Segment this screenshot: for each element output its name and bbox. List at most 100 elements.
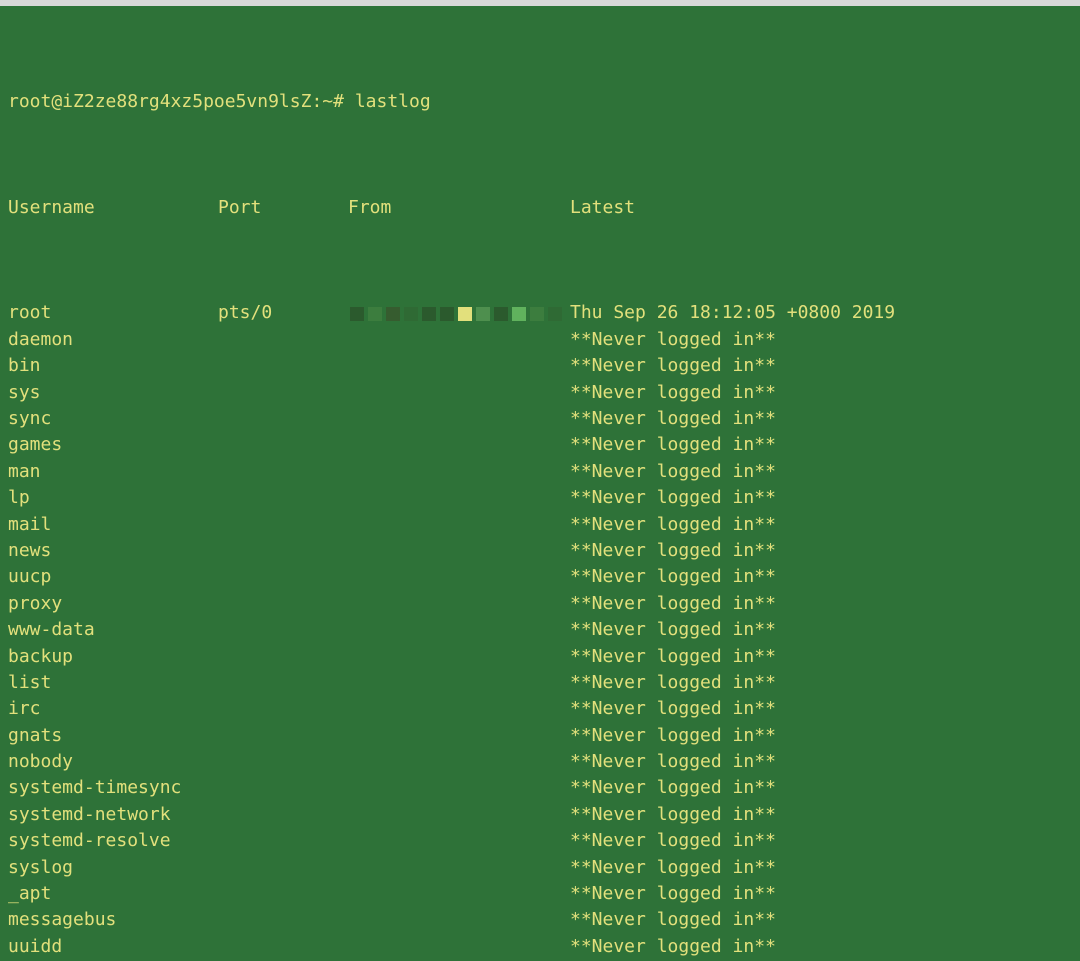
cell-latest: **Never logged in** — [570, 512, 1072, 538]
cell-username: www-data — [8, 617, 218, 643]
output-rows: rootpts/0Thu Sep 26 18:12:05 +0800 2019d… — [8, 300, 1072, 961]
cell-latest: **Never logged in** — [570, 828, 1072, 854]
cell-username: systemd-resolve — [8, 828, 218, 854]
table-row: uuidd **Never logged in** — [8, 934, 1072, 960]
cell-username: man — [8, 459, 218, 485]
cell-latest: **Never logged in** — [570, 749, 1072, 775]
cell-latest: **Never logged in** — [570, 538, 1072, 564]
cell-username: bin — [8, 353, 218, 379]
header-from: From — [348, 195, 570, 221]
prompt-line: root@iZ2ze88rg4xz5poe5vn9lsZ:~# lastlog — [8, 89, 1072, 115]
cell-latest: **Never logged in** — [570, 485, 1072, 511]
table-row: _apt **Never logged in** — [8, 881, 1072, 907]
table-row: irc **Never logged in** — [8, 696, 1072, 722]
cell-latest: **Never logged in** — [570, 564, 1072, 590]
table-row: bin **Never logged in** — [8, 353, 1072, 379]
cell-latest: **Never logged in** — [570, 723, 1072, 749]
cell-username: proxy — [8, 591, 218, 617]
redaction-block — [476, 307, 490, 321]
table-row: backup **Never logged in** — [8, 644, 1072, 670]
cell-latest: **Never logged in** — [570, 644, 1072, 670]
table-row: news **Never logged in** — [8, 538, 1072, 564]
table-row: nobody **Never logged in** — [8, 749, 1072, 775]
table-row: daemon **Never logged in** — [8, 327, 1072, 353]
table-row: list **Never logged in** — [8, 670, 1072, 696]
table-row: www-data **Never logged in** — [8, 617, 1072, 643]
header-port: Port — [218, 195, 348, 221]
table-row: systemd-network **Never logged in** — [8, 802, 1072, 828]
cell-latest: **Never logged in** — [570, 907, 1072, 933]
header-row: Username Port From Latest — [8, 195, 1072, 221]
table-row: uucp **Never logged in** — [8, 564, 1072, 590]
redaction-block — [422, 307, 436, 321]
cell-latest: **Never logged in** — [570, 775, 1072, 801]
cell-username: syslog — [8, 855, 218, 881]
cell-latest: **Never logged in** — [570, 432, 1072, 458]
cell-username: uucp — [8, 564, 218, 590]
prompt-colon: : — [311, 89, 322, 115]
cell-username: news — [8, 538, 218, 564]
table-row: systemd-timesync **Never logged in** — [8, 775, 1072, 801]
cell-from — [348, 307, 570, 321]
cell-username: games — [8, 432, 218, 458]
redaction-block — [440, 307, 454, 321]
cell-latest: **Never logged in** — [570, 380, 1072, 406]
redaction-block — [350, 307, 364, 321]
cell-latest: **Never logged in** — [570, 591, 1072, 617]
table-row: systemd-resolve **Never logged in** — [8, 828, 1072, 854]
cell-username: systemd-network — [8, 802, 218, 828]
cell-latest: **Never logged in** — [570, 327, 1072, 353]
redaction-block — [404, 307, 418, 321]
prompt-cwd: ~ — [322, 89, 333, 115]
cell-username: sync — [8, 406, 218, 432]
cell-username: uuidd — [8, 934, 218, 960]
cell-username: list — [8, 670, 218, 696]
cell-username: nobody — [8, 749, 218, 775]
cell-username: _apt — [8, 881, 218, 907]
redaction-block — [386, 307, 400, 321]
cell-port: pts/0 — [218, 300, 348, 326]
cell-username: irc — [8, 696, 218, 722]
cell-username: backup — [8, 644, 218, 670]
table-row: syslog **Never logged in** — [8, 855, 1072, 881]
cell-username: daemon — [8, 327, 218, 353]
cell-latest: Thu Sep 26 18:12:05 +0800 2019 — [570, 300, 1072, 326]
table-row: proxy **Never logged in** — [8, 591, 1072, 617]
cell-latest: **Never logged in** — [570, 459, 1072, 485]
cell-latest: **Never logged in** — [570, 934, 1072, 960]
cell-username: lp — [8, 485, 218, 511]
table-row: messagebus **Never logged in** — [8, 907, 1072, 933]
header-username: Username — [8, 195, 218, 221]
table-row: sync **Never logged in** — [8, 406, 1072, 432]
table-row: games **Never logged in** — [8, 432, 1072, 458]
redaction-block — [494, 307, 508, 321]
redaction-block — [458, 307, 472, 321]
cell-latest: **Never logged in** — [570, 881, 1072, 907]
cell-username: systemd-timesync — [8, 775, 218, 801]
redacted-from-icon — [350, 307, 562, 321]
redaction-block — [548, 307, 562, 321]
table-row: sys **Never logged in** — [8, 380, 1072, 406]
cell-latest: **Never logged in** — [570, 696, 1072, 722]
cell-username: root — [8, 300, 218, 326]
cell-latest: **Never logged in** — [570, 617, 1072, 643]
cell-latest: **Never logged in** — [570, 406, 1072, 432]
cell-latest: **Never logged in** — [570, 353, 1072, 379]
redaction-block — [530, 307, 544, 321]
cell-latest: **Never logged in** — [570, 670, 1072, 696]
prompt-symbol: # — [333, 89, 344, 115]
redaction-block — [512, 307, 526, 321]
table-row: gnats **Never logged in** — [8, 723, 1072, 749]
header-latest: Latest — [570, 195, 1072, 221]
terminal[interactable]: root@iZ2ze88rg4xz5poe5vn9lsZ:~# lastlog … — [0, 6, 1080, 961]
cell-username: sys — [8, 380, 218, 406]
table-row: lp **Never logged in** — [8, 485, 1072, 511]
cell-username: messagebus — [8, 907, 218, 933]
cell-username: mail — [8, 512, 218, 538]
table-row: rootpts/0 Thu Sep 26 18:12:05 +0800 2019 — [8, 300, 1072, 326]
cell-username: gnats — [8, 723, 218, 749]
cell-latest: **Never logged in** — [570, 802, 1072, 828]
table-row: mail **Never logged in** — [8, 512, 1072, 538]
command-text: lastlog — [355, 89, 431, 115]
cell-latest: **Never logged in** — [570, 855, 1072, 881]
